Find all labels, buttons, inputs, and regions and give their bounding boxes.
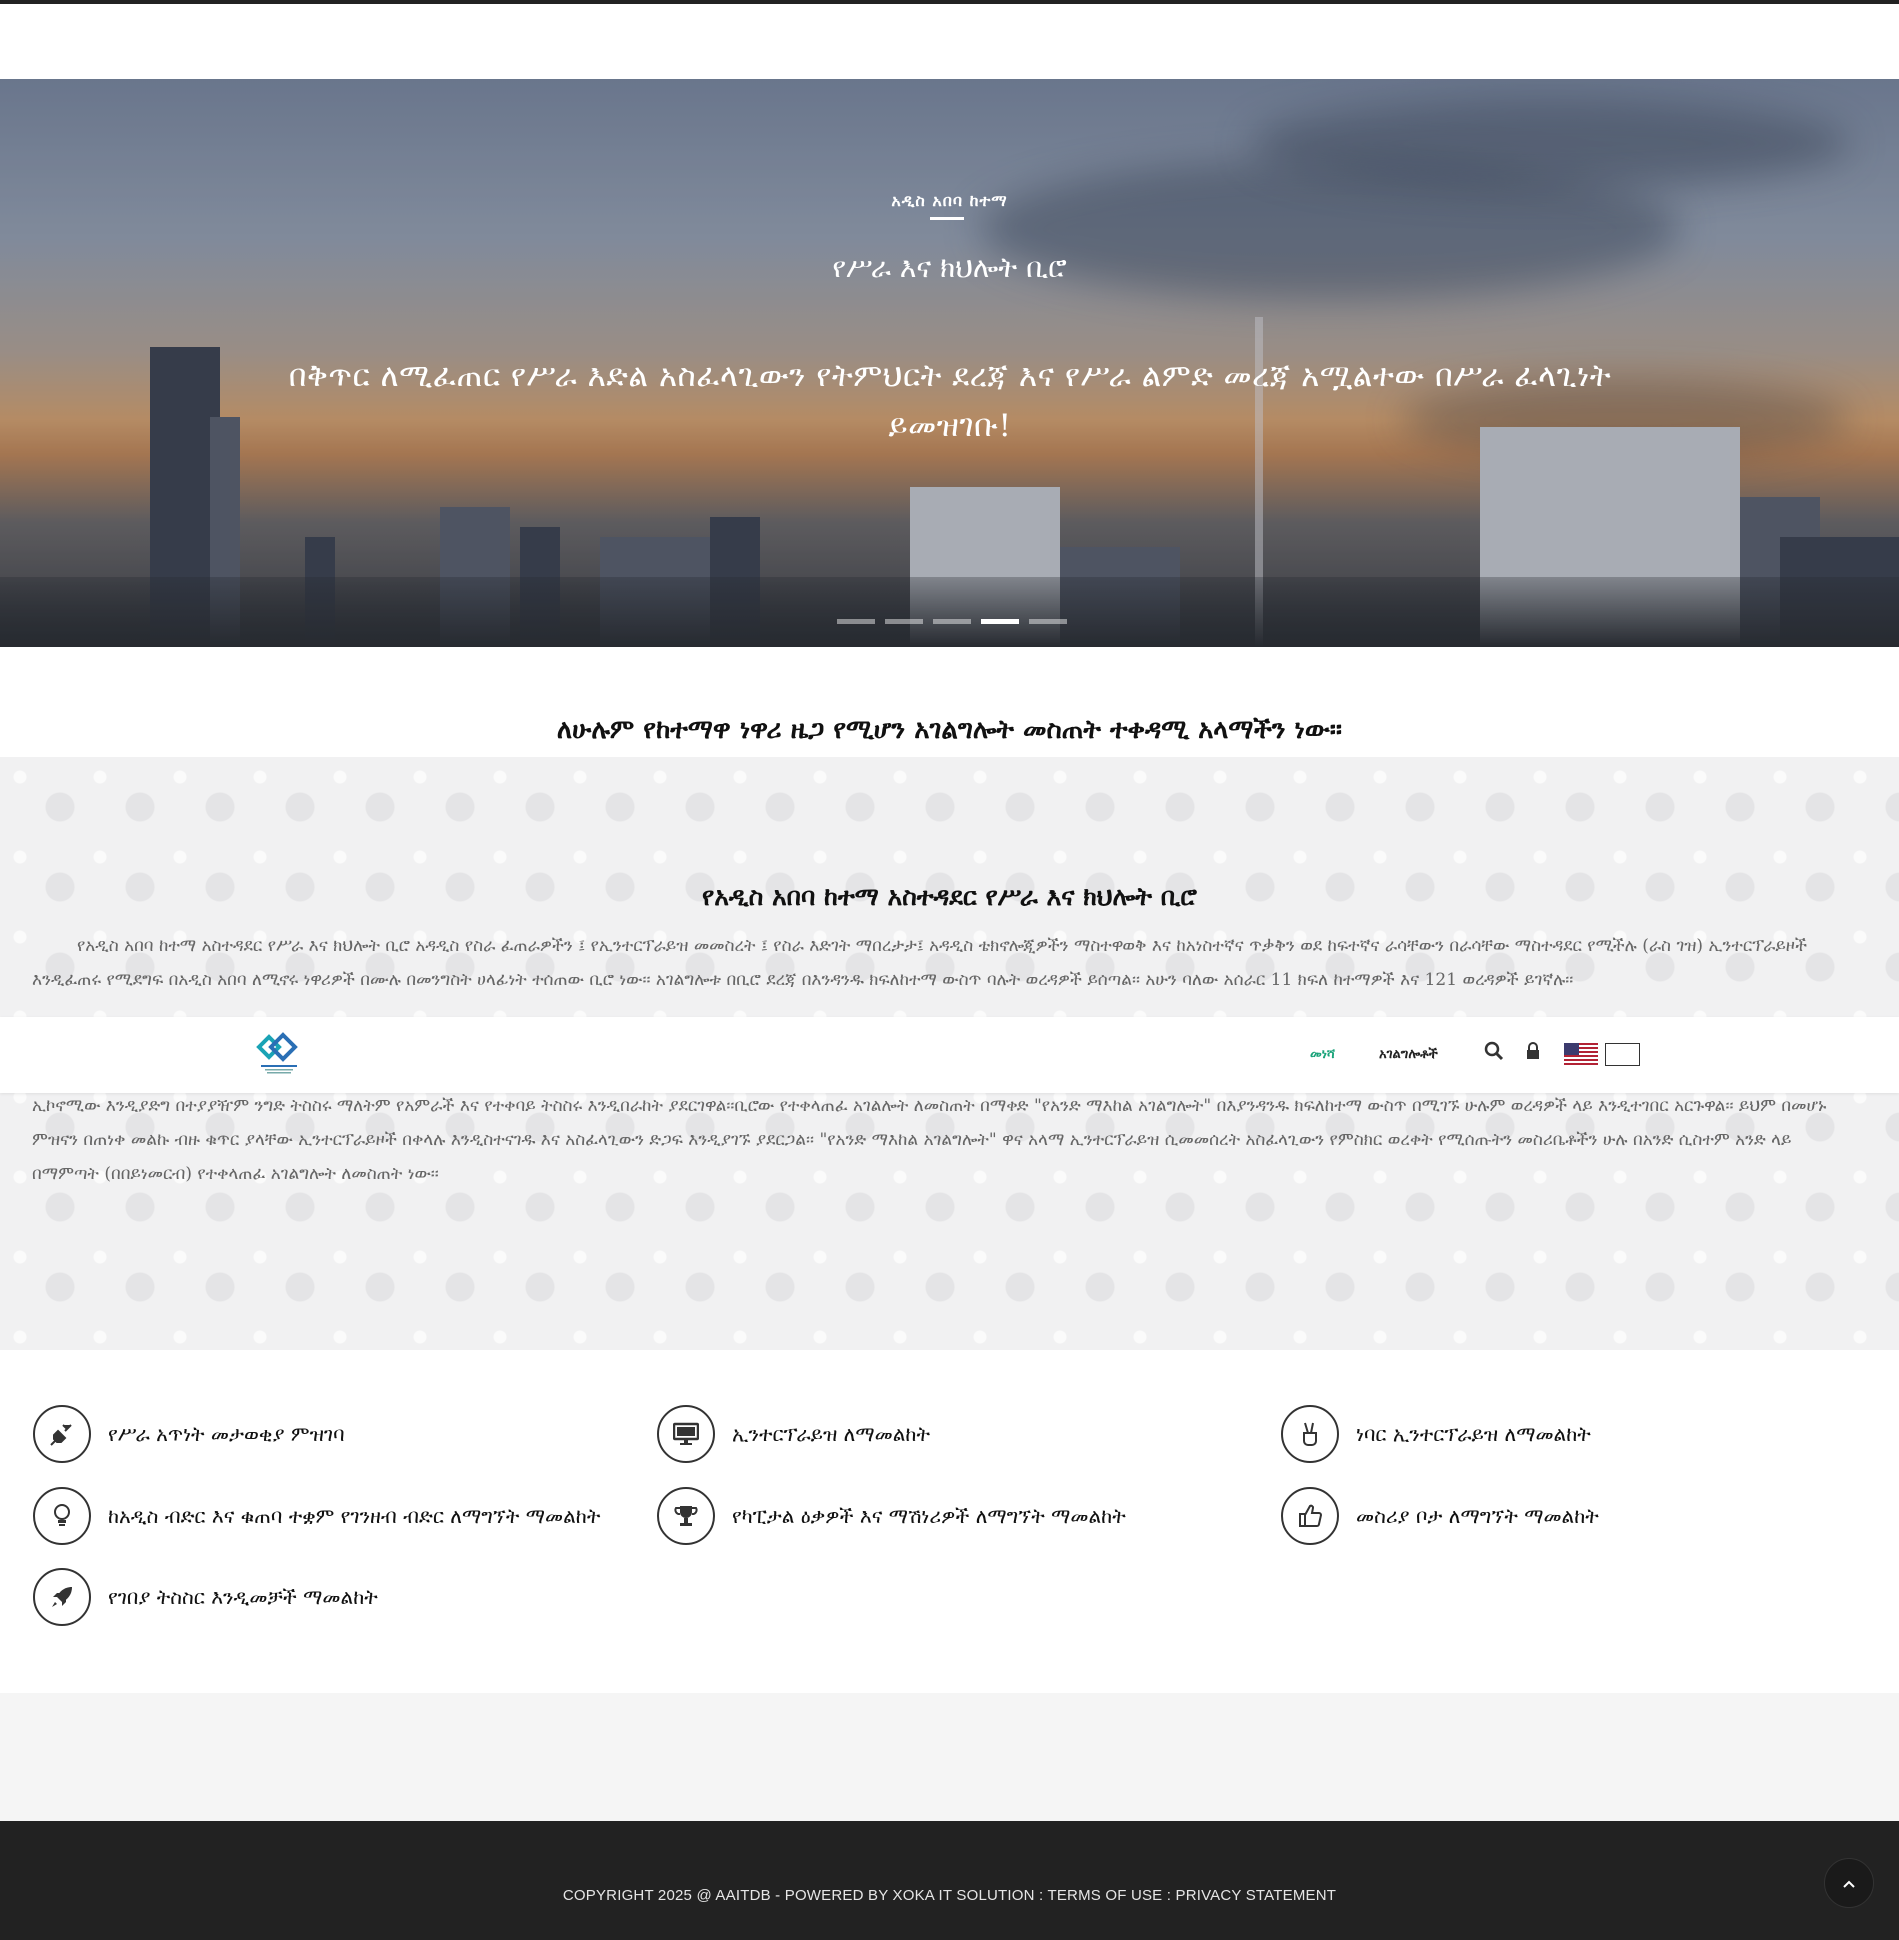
chevron-up-icon xyxy=(1842,1874,1856,1893)
mission-heading: ለሁሉም የከተማዋ ነዋሪ ዜጋ የሚሆን አገልግሎት መስጠት ተቀዳሚ … xyxy=(556,715,1343,745)
monitor-icon xyxy=(657,1405,715,1463)
service-item[interactable]: ኢንተርፕራይዝ ለማመልከት xyxy=(657,1405,930,1463)
service-item[interactable]: የገበያ ትስስር እንዲመቻች ማመልከት xyxy=(33,1568,378,1626)
thumbs-up-icon xyxy=(1281,1487,1339,1545)
service-item[interactable]: የሥራ አጥነት መታወቂያ ምዝገባ xyxy=(33,1405,345,1463)
navbar: መነሻ አገልግሎቶች xyxy=(0,1017,1899,1093)
spacer-band xyxy=(0,1693,1899,1821)
nav-home[interactable]: መነሻ xyxy=(1310,1047,1335,1062)
about-title: የአዲስ አበባ ከተማ አስተዳደር የሥራ እና ክህሎት ቢሮ xyxy=(702,882,1197,911)
about-paragraph-1: የአዲስ አበባ ከተማ አስተዳደር የሥራ እና ክህሎት ቢሮ አዳዲስ … xyxy=(32,936,1808,990)
hero-text: በቅጥር ለሚፈጠር የሥራ እድል አስፈላጊውን የትምህርት ደረጃ እና… xyxy=(288,358,1612,444)
service-label: ኢንተርፕራይዝ ለማመልከት xyxy=(732,1422,930,1446)
language-option-box[interactable] xyxy=(1605,1043,1640,1066)
service-label: የገበያ ትስስር እንዲመቻች ማመልከት xyxy=(108,1585,378,1609)
footer-copyright: COPYRIGHT 2025 @ AAITDB - POWERED BY XOK… xyxy=(562,1887,1337,1904)
search-icon[interactable] xyxy=(1484,1041,1504,1061)
service-item[interactable]: ነባር ኢንተርፕራይዝ ለማመልከት xyxy=(1281,1405,1591,1463)
slider-dot-1[interactable] xyxy=(837,619,875,624)
hero-eyebrow: አዲስ አበባ ከተማ xyxy=(891,191,1008,210)
service-item[interactable]: የካፒታል ዕቃዎች እና ማሽነሪዎች ለማግኘት ማመልከት xyxy=(657,1487,1126,1545)
slider-dot-5[interactable] xyxy=(1029,619,1067,624)
rocket-icon xyxy=(33,1568,91,1626)
nav-services[interactable]: አገልግሎቶች xyxy=(1379,1047,1438,1062)
trophy-icon xyxy=(657,1487,715,1545)
service-label: ከአዲስ ብድር እና ቁጠባ ተቋም የገንዘብ ብድር ለማግኘት ማመልከ… xyxy=(108,1504,601,1528)
about-paragraph-2: ኢኮኖሚው እንዲያድግ በተያያዥም ንግድ ትስስሩ ማለትም የአምራች … xyxy=(32,1096,1827,1184)
peace-hand-icon xyxy=(1281,1405,1339,1463)
service-item[interactable]: መስሪያ ቦታ ለማግኘት ማመልከት xyxy=(1281,1487,1599,1545)
lock-icon[interactable] xyxy=(1525,1041,1545,1061)
slider-dot-2[interactable] xyxy=(885,619,923,624)
slider-dot-4[interactable] xyxy=(981,619,1019,624)
service-label: የሥራ አጥነት መታወቂያ ምዝገባ xyxy=(108,1422,345,1446)
footer: COPYRIGHT 2025 @ AAITDB - POWERED BY XOK… xyxy=(0,1821,1899,1940)
hero-title: የሥራ እና ክህሎት ቢሮ xyxy=(832,251,1067,284)
lightbulb-icon xyxy=(33,1487,91,1545)
service-label: መስሪያ ቦታ ለማግኘት ማመልከት xyxy=(1356,1504,1599,1528)
back-to-top-button[interactable] xyxy=(1824,1858,1874,1908)
slider-dot-3[interactable] xyxy=(933,619,971,624)
service-item[interactable]: ከአዲስ ብድር እና ቁጠባ ተቋም የገንዘብ ብድር ለማግኘት ማመልከ… xyxy=(33,1487,600,1545)
site-logo[interactable] xyxy=(255,1029,303,1079)
top-border xyxy=(0,0,1899,4)
us-flag-icon[interactable] xyxy=(1564,1043,1598,1067)
service-label: ነባር ኢንተርፕራይዝ ለማመልከት xyxy=(1356,1422,1591,1446)
hero-slider: አዲስ አበባ ከተማ የሥራ እና ክህሎት ቢሮ በቅጥር ለሚፈጠር የሥ… xyxy=(0,79,1899,647)
plug-icon xyxy=(33,1405,91,1463)
slider-pagination xyxy=(837,619,1067,624)
hero-divider xyxy=(930,217,964,220)
service-label: የካፒታል ዕቃዎች እና ማሽነሪዎች ለማግኘት ማመልከት xyxy=(732,1504,1126,1528)
